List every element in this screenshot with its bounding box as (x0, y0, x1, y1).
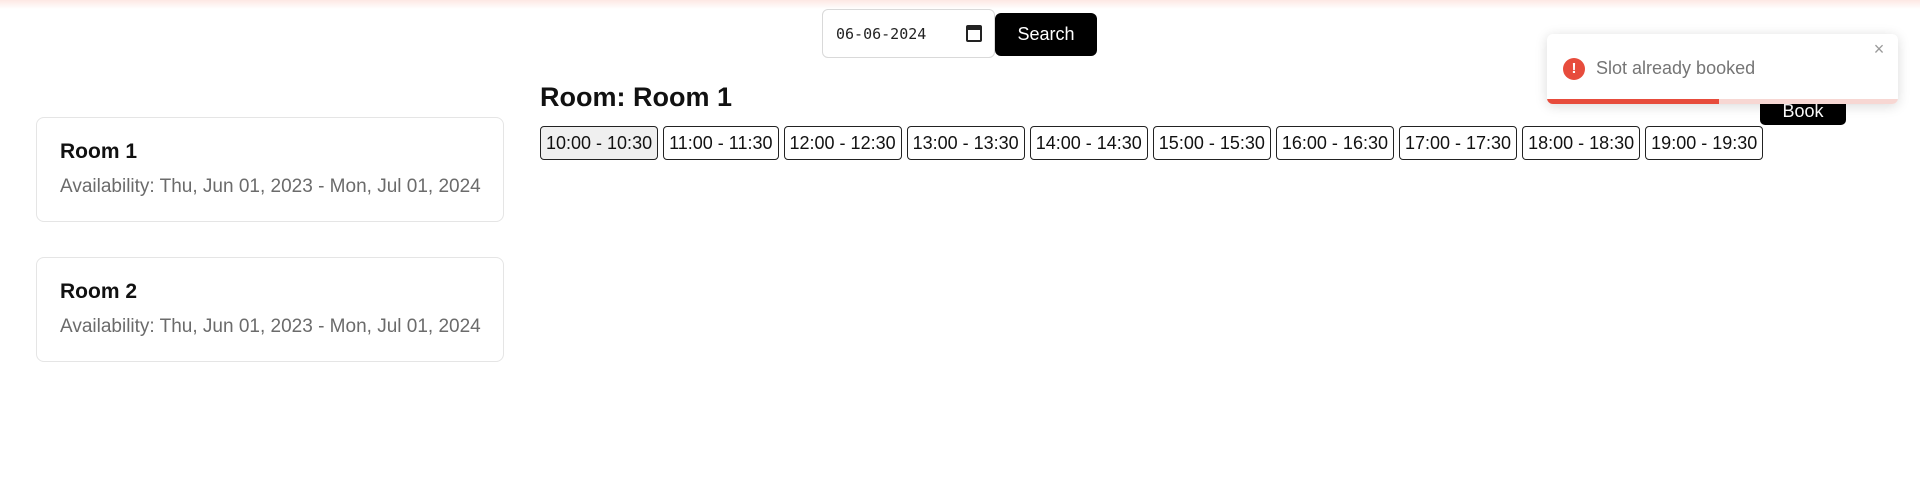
time-slot[interactable]: 19:00 - 19:30 (1645, 126, 1764, 160)
search-button[interactable]: Search (995, 13, 1097, 56)
room-title: Room: Room 1 (540, 82, 732, 112)
time-slot-list: 10:00 - 10:30 11:00 - 11:30 12:00 - 12:3… (540, 126, 1764, 160)
time-slot[interactable]: 10:00 - 10:30 (540, 126, 659, 160)
room-name: Room 2 (60, 280, 138, 303)
error-icon: ! (1563, 58, 1585, 80)
date-input[interactable]: 06-06-2024 (822, 9, 995, 58)
date-value: 06-06-2024 (836, 24, 927, 43)
time-slot[interactable]: 14:00 - 14:30 (1029, 126, 1148, 160)
time-slot[interactable]: 12:00 - 12:30 (783, 126, 902, 160)
error-toast[interactable]: ! Slot already booked × (1547, 34, 1898, 104)
room-name: Room 1 (60, 140, 138, 163)
room-card-2[interactable]: Room 2 Availability: Thu, Jun 01, 2023 -… (36, 257, 504, 362)
toast-message: Slot already booked (1596, 58, 1756, 78)
room-card-1[interactable]: Room 1 Availability: Thu, Jun 01, 2023 -… (36, 117, 504, 222)
time-slot[interactable]: 17:00 - 17:30 (1398, 126, 1518, 160)
toast-progress-bar (1547, 99, 1719, 104)
time-slot[interactable]: 13:00 - 13:30 (906, 126, 1025, 160)
time-slot[interactable]: 15:00 - 15:30 (1152, 126, 1271, 160)
time-slot[interactable]: 16:00 - 16:30 (1275, 126, 1394, 160)
time-slot[interactable]: 11:00 - 11:30 (663, 126, 779, 160)
top-gradient-bar (0, 0, 1920, 9)
calendar-icon[interactable] (966, 25, 982, 42)
time-slot[interactable]: 18:00 - 18:30 (1522, 126, 1641, 160)
room-availability: Availability: Thu, Jun 01, 2023 - Mon, J… (60, 176, 481, 197)
room-availability: Availability: Thu, Jun 01, 2023 - Mon, J… (60, 316, 481, 337)
close-icon[interactable]: × (1870, 40, 1888, 58)
